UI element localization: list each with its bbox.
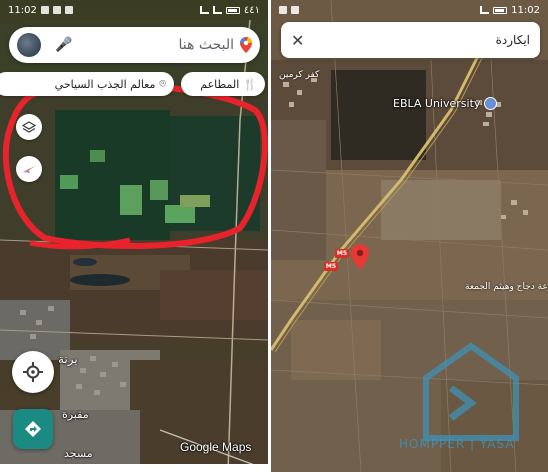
location-pin-icon[interactable] [351,244,369,270]
message-icon [291,6,299,14]
university-place[interactable]: EBLA University [393,97,498,110]
chip-restaurants[interactable]: 🍴 المطاعم [181,72,265,96]
camera-icon: ⌾ [159,77,166,90]
status-time: 11:02 [511,4,540,16]
app-notification-icon [64,6,73,14]
fork-knife-icon: 🍴 [243,77,257,91]
road-shield-m5-secondary: M5 [324,262,338,271]
google-maps-attribution: Google Maps [180,440,252,454]
top-place-label[interactable]: كفر كرمين [279,70,319,80]
chip-attractions[interactable]: ⌾ معالم الجذب السياحي [0,72,174,96]
road-shield-m5: M5 [335,249,349,258]
left-status-bar: 11:02 ٤٤١ [0,0,268,20]
left-map-screen: 11:02 ٤٤١ 🎤 البحث هنا ⌾ معالم الجذب السي… [0,0,268,472]
watermark-logo-icon [423,342,519,441]
search-query-text[interactable]: ايكاردة [304,33,530,47]
layers-button[interactable] [16,114,42,140]
directions-icon [25,421,41,437]
signal-icon [480,6,490,14]
chip-restaurants-label: المطاعم [200,77,240,91]
layers-icon [22,121,36,133]
signal-icon [212,6,222,14]
message-icon [52,6,61,14]
maps-search-bar[interactable]: 🎤 البحث هنا [9,27,260,63]
search-placeholder[interactable]: البحث هنا [72,37,240,53]
directions-button[interactable] [13,409,53,449]
battery-icon [493,6,508,14]
town-label[interactable]: برنة [58,352,78,366]
right-map-screen: 11:02 ✕ ايكاردة كفر كرمين EBLA Universit… [271,0,548,472]
right-status-bar: 11:02 [271,0,548,20]
close-icon[interactable]: ✕ [291,31,304,50]
chip-attractions-label: معالم الجذب السياحي [54,77,156,91]
crosshair-icon [23,362,43,382]
my-location-button[interactable] [12,351,54,393]
google-maps-logo-icon [240,37,252,53]
category-chips: ⌾ معالم الجذب السياحي 🍴 المطاعم [0,72,268,96]
village-label[interactable]: مزرعة دجاج وهيثم الجمعة [465,282,548,292]
search-result-bar[interactable]: ✕ ايكاردة [281,22,540,58]
compass-icon [23,166,35,173]
compass-button[interactable] [16,156,42,182]
university-pin-icon [484,97,498,110]
network-text: ٤٤١ [243,4,260,16]
microphone-icon[interactable]: 🎤 [55,37,72,53]
mosque-label[interactable]: مسجد [64,447,93,460]
bottom-strip [0,464,268,472]
wifi-icon [199,6,209,14]
cemetery-label[interactable]: مقبرة [62,408,89,421]
account-avatar[interactable] [17,33,41,57]
left-satellite-map[interactable] [0,0,268,472]
status-time: 11:02 [8,4,37,16]
university-label: EBLA University [393,97,481,110]
battery-icon [225,6,240,14]
notification-icon [40,6,49,14]
watermark-text: HOMPPER | YASA [399,437,515,451]
notification-icon [279,6,287,14]
